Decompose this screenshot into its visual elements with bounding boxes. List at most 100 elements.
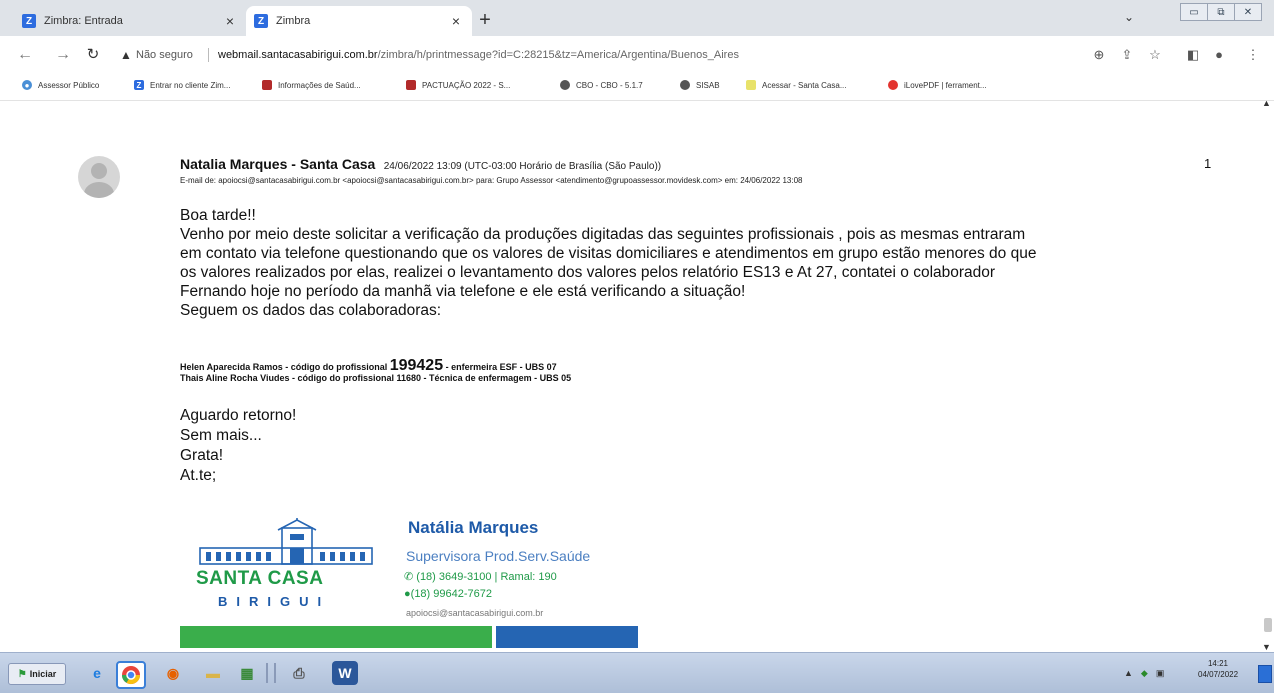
menu-kebab-icon[interactable]: ⋮ bbox=[1244, 47, 1262, 63]
scrollbar-thumb[interactable] bbox=[1264, 618, 1272, 632]
globe-icon bbox=[560, 80, 570, 90]
bookmark-item[interactable]: CBO - CBO - 5.1.7 bbox=[560, 80, 643, 90]
reload-icon[interactable]: ↻ bbox=[84, 46, 102, 64]
bookmark-item[interactable]: Informações de Saúd... bbox=[262, 80, 361, 90]
tab-label: Zimbra: Entrada bbox=[44, 15, 123, 27]
close-tab-icon[interactable]: × bbox=[222, 13, 238, 29]
bookmark-star-icon[interactable]: ☆ bbox=[1146, 47, 1164, 63]
share-icon[interactable]: ⇪ bbox=[1118, 47, 1136, 63]
bookmarks-bar: ● Assessor Público Z Entrar no cliente Zim… bbox=[0, 74, 1274, 101]
restore-icon[interactable]: ⧉ bbox=[1207, 3, 1234, 21]
body-line: em contato via telefone questionando que… bbox=[180, 245, 1037, 262]
warning-triangle-icon[interactable]: ▲ bbox=[120, 48, 132, 62]
body-line: Venho por meio deste solicitar a verific… bbox=[180, 226, 1026, 243]
taskbar-separator bbox=[274, 663, 276, 683]
taskbar-separator bbox=[266, 663, 268, 683]
tab-strip: Z Zimbra: Entrada × Z Zimbra × + ⌄ ▭ ⧉ ✕ bbox=[0, 0, 1274, 36]
taskbar: ⚑ Iniciar e ◉ ▬ ▦ ⎙ W ▲ ◆ ▣ 14:21 04/07/2… bbox=[0, 652, 1274, 693]
zimbra-favicon-icon: Z bbox=[22, 14, 36, 28]
bookmark-item[interactable]: Z Entrar no cliente Zim... bbox=[134, 80, 230, 90]
body-line: Boa tarde!! bbox=[180, 207, 256, 224]
url-path: /zimbra/h/printmessage?id=C:28215&tz=Ame… bbox=[377, 49, 739, 61]
collaborators-list: Helen Aparecida Ramos - código do profis… bbox=[180, 357, 572, 384]
security-label[interactable]: Não seguro bbox=[136, 49, 193, 61]
sender-name: Natalia Marques - Santa Casa bbox=[180, 156, 376, 172]
window-controls: ▭ ⧉ ✕ bbox=[1180, 3, 1262, 21]
bookmark-item[interactable]: iLovePDF | ferrament... bbox=[888, 80, 987, 90]
pdf-printer-icon[interactable]: ⎙ bbox=[286, 661, 312, 685]
close-window-icon[interactable]: ✕ bbox=[1234, 3, 1262, 21]
zimbra-favicon-icon: Z bbox=[254, 14, 268, 28]
message-meta: E-mail de: apoiocsi@santacasabirigui.com… bbox=[180, 176, 803, 185]
tray-arrow-icon[interactable]: ▲ bbox=[1124, 668, 1133, 678]
word-icon[interactable]: W bbox=[332, 661, 358, 685]
firefox-icon[interactable]: ◉ bbox=[160, 661, 186, 685]
heart-icon bbox=[888, 80, 898, 90]
folder-icon[interactable]: ▬ bbox=[200, 661, 226, 685]
message-header: Natalia Marques - Santa Casa 24/06/2022 … bbox=[180, 156, 661, 174]
signature-email[interactable]: apoiocsi@santacasabirigui.com.br bbox=[406, 608, 543, 618]
chrome-logo-icon bbox=[122, 666, 140, 685]
clock[interactable]: 14:21 04/07/2022 bbox=[1198, 658, 1238, 680]
bookmark-item[interactable]: PACTUAÇÃO 2022 - S... bbox=[406, 80, 510, 90]
zoom-icon[interactable]: ⊕ bbox=[1090, 47, 1108, 63]
signature-blue-bar bbox=[496, 626, 638, 648]
tab-zimbra[interactable]: Z Zimbra × bbox=[246, 6, 472, 36]
bookmark-favicon-icon bbox=[406, 80, 416, 90]
start-button[interactable]: ⚑ Iniciar bbox=[8, 663, 66, 685]
phone-icon: ✆ bbox=[404, 571, 414, 583]
body-line: os valores realizados por elas, realizei… bbox=[180, 264, 996, 281]
tab-label: Zimbra bbox=[276, 15, 311, 27]
collaborator-1: Helen Aparecida Ramos - código do profis… bbox=[180, 357, 557, 374]
tab-search-chevron-icon[interactable]: ⌄ bbox=[1124, 10, 1134, 24]
bookmark-item[interactable]: Acessar - Santa Casa... bbox=[746, 80, 846, 90]
minimize-icon[interactable]: ▭ bbox=[1180, 3, 1207, 21]
close-tab-icon[interactable]: × bbox=[448, 13, 464, 29]
whatsapp-icon: ● bbox=[404, 588, 411, 600]
avatar bbox=[78, 156, 120, 198]
scroll-down-arrow-icon[interactable]: ▼ bbox=[1262, 642, 1271, 652]
forward-arrow-icon[interactable]: → bbox=[54, 46, 72, 64]
zimbra-icon: Z bbox=[134, 80, 144, 90]
internet-explorer-icon[interactable]: e bbox=[84, 661, 110, 685]
bookmark-item[interactable]: ● Assessor Público bbox=[22, 80, 99, 90]
url-host: webmail.santacasabirigui.com.br bbox=[218, 49, 378, 61]
closing-line: Sem mais... bbox=[180, 427, 262, 444]
back-arrow-icon[interactable]: ← bbox=[16, 46, 34, 64]
bookmark-item[interactable]: SISAB bbox=[680, 80, 720, 90]
signature-brand: SANTA CASA bbox=[196, 568, 324, 589]
bookmark-favicon-icon bbox=[262, 80, 272, 90]
body-line: Fernando hoje no período da manhã via te… bbox=[180, 283, 746, 300]
tab-zimbra-entrada[interactable]: Z Zimbra: Entrada × bbox=[14, 6, 246, 36]
url-separator bbox=[208, 48, 209, 62]
globe-icon: ● bbox=[22, 80, 32, 90]
message-view: Natalia Marques - Santa Casa 24/06/2022 … bbox=[0, 100, 1274, 652]
message-body: Boa tarde!! Venho por meio deste solicit… bbox=[180, 206, 1220, 320]
chrome-icon[interactable] bbox=[116, 661, 146, 689]
globe-icon bbox=[680, 80, 690, 90]
address-bar: ← → ↻ ▲ Não seguro webmail.santacasabiri… bbox=[0, 36, 1274, 74]
url-field[interactable]: webmail.santacasabirigui.com.br/zimbra/h… bbox=[218, 49, 739, 61]
signature-name: Natália Marques bbox=[408, 518, 539, 537]
bookmark-favicon-icon bbox=[746, 80, 756, 90]
closing-line: Grata! bbox=[180, 447, 224, 464]
collaborator-2: Thais Aline Rocha Viudes - código do pro… bbox=[180, 373, 572, 383]
network-tray-icon[interactable]: ▣ bbox=[1156, 668, 1165, 679]
show-desktop-button[interactable] bbox=[1258, 665, 1272, 683]
signature-role: Supervisora Prod.Serv.Saúde bbox=[406, 548, 591, 564]
network-icon[interactable]: ▦ bbox=[234, 661, 260, 685]
collaborator-code: 199425 bbox=[389, 357, 444, 374]
new-tab-button[interactable]: + bbox=[474, 9, 496, 31]
tray-app-icon[interactable]: ◆ bbox=[1141, 668, 1148, 679]
sidebar-icon[interactable]: ◧ bbox=[1184, 47, 1202, 63]
signature-phone: ✆ (18) 3649-3100 | Ramal: 190 bbox=[404, 571, 557, 583]
profile-icon[interactable]: ● bbox=[1210, 47, 1228, 62]
message-count: 1 bbox=[1204, 156, 1212, 171]
sent-date: 24/06/2022 13:09 (UTC-03:00 Horário de B… bbox=[383, 161, 662, 172]
closing-line: At.te; bbox=[180, 467, 217, 484]
windows-flag-icon: ⚑ bbox=[17, 668, 27, 680]
closing-line: Aguardo retorno! bbox=[180, 407, 297, 424]
signature-brand-city: BIRIGUI bbox=[218, 594, 331, 609]
clock-time: 14:21 bbox=[1207, 659, 1229, 668]
signature-green-bar bbox=[180, 626, 492, 648]
